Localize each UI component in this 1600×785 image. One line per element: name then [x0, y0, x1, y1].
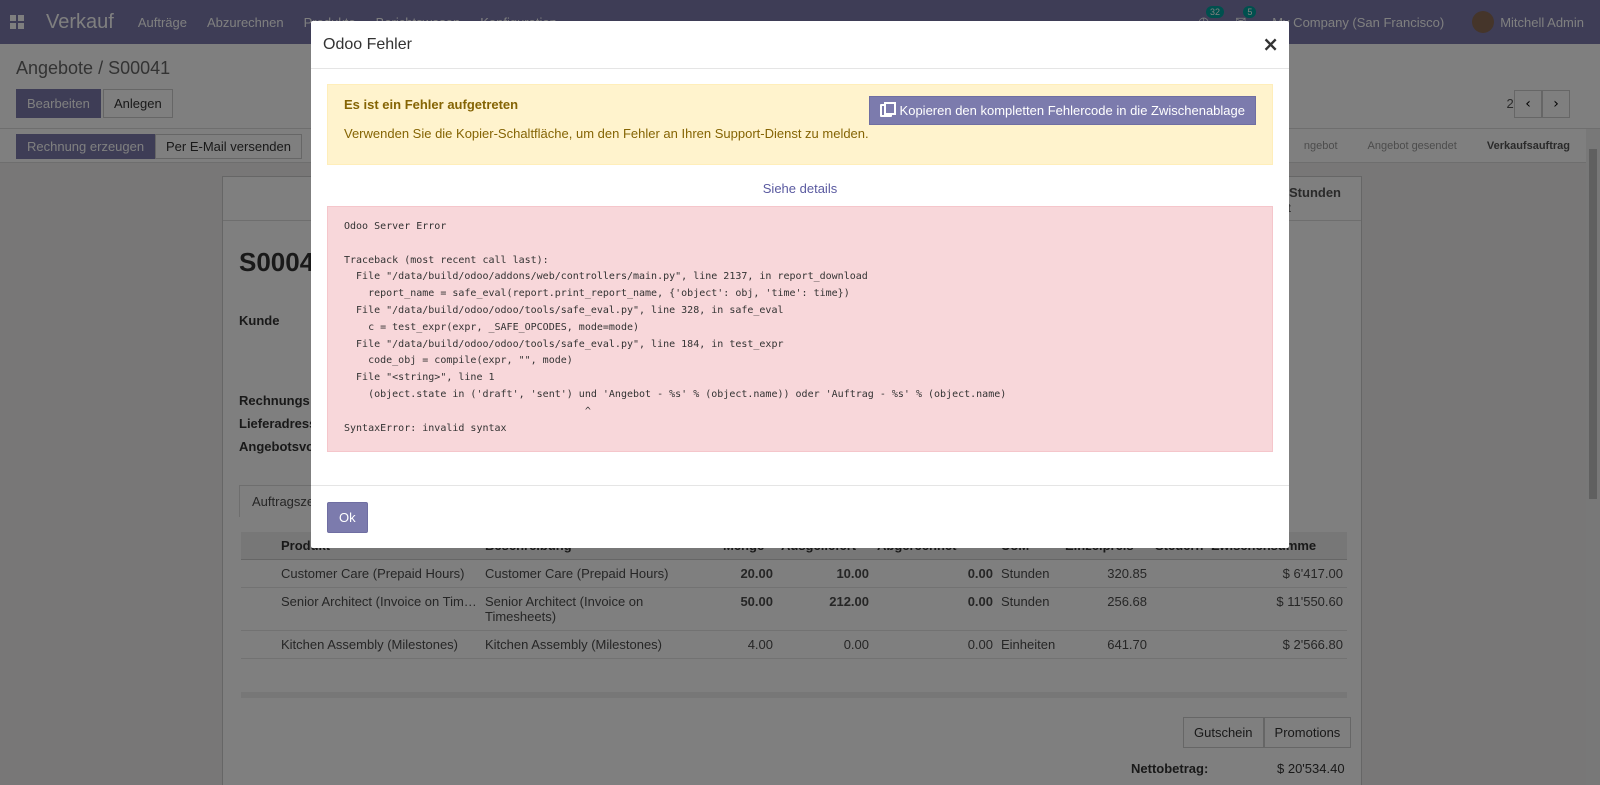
- error-alert: Es ist ein Fehler aufgetreten Verwenden …: [327, 84, 1273, 165]
- ok-button[interactable]: Ok: [327, 502, 368, 533]
- copy-error-label: Kopieren den kompletten Fehlercode in di…: [899, 103, 1245, 118]
- dialog-header: Odoo Fehler ×: [311, 21, 1289, 69]
- traceback-text: Odoo Server Error Traceback (most recent…: [327, 206, 1273, 452]
- dialog-footer: Ok: [311, 485, 1289, 548]
- close-icon[interactable]: ×: [1262, 32, 1279, 56]
- clipboard-icon: [879, 102, 896, 117]
- dialog-title: Odoo Fehler: [323, 36, 412, 53]
- error-dialog: Odoo Fehler × Es ist ein Fehler aufgetre…: [311, 21, 1289, 548]
- see-details-link[interactable]: Siehe details: [311, 181, 1289, 196]
- alert-title: Es ist ein Fehler aufgetreten: [344, 97, 519, 112]
- alert-message: Verwenden Sie die Kopier-Schaltfläche, u…: [344, 126, 869, 141]
- copy-error-button[interactable]: Kopieren den kompletten Fehlercode in di…: [868, 96, 1256, 125]
